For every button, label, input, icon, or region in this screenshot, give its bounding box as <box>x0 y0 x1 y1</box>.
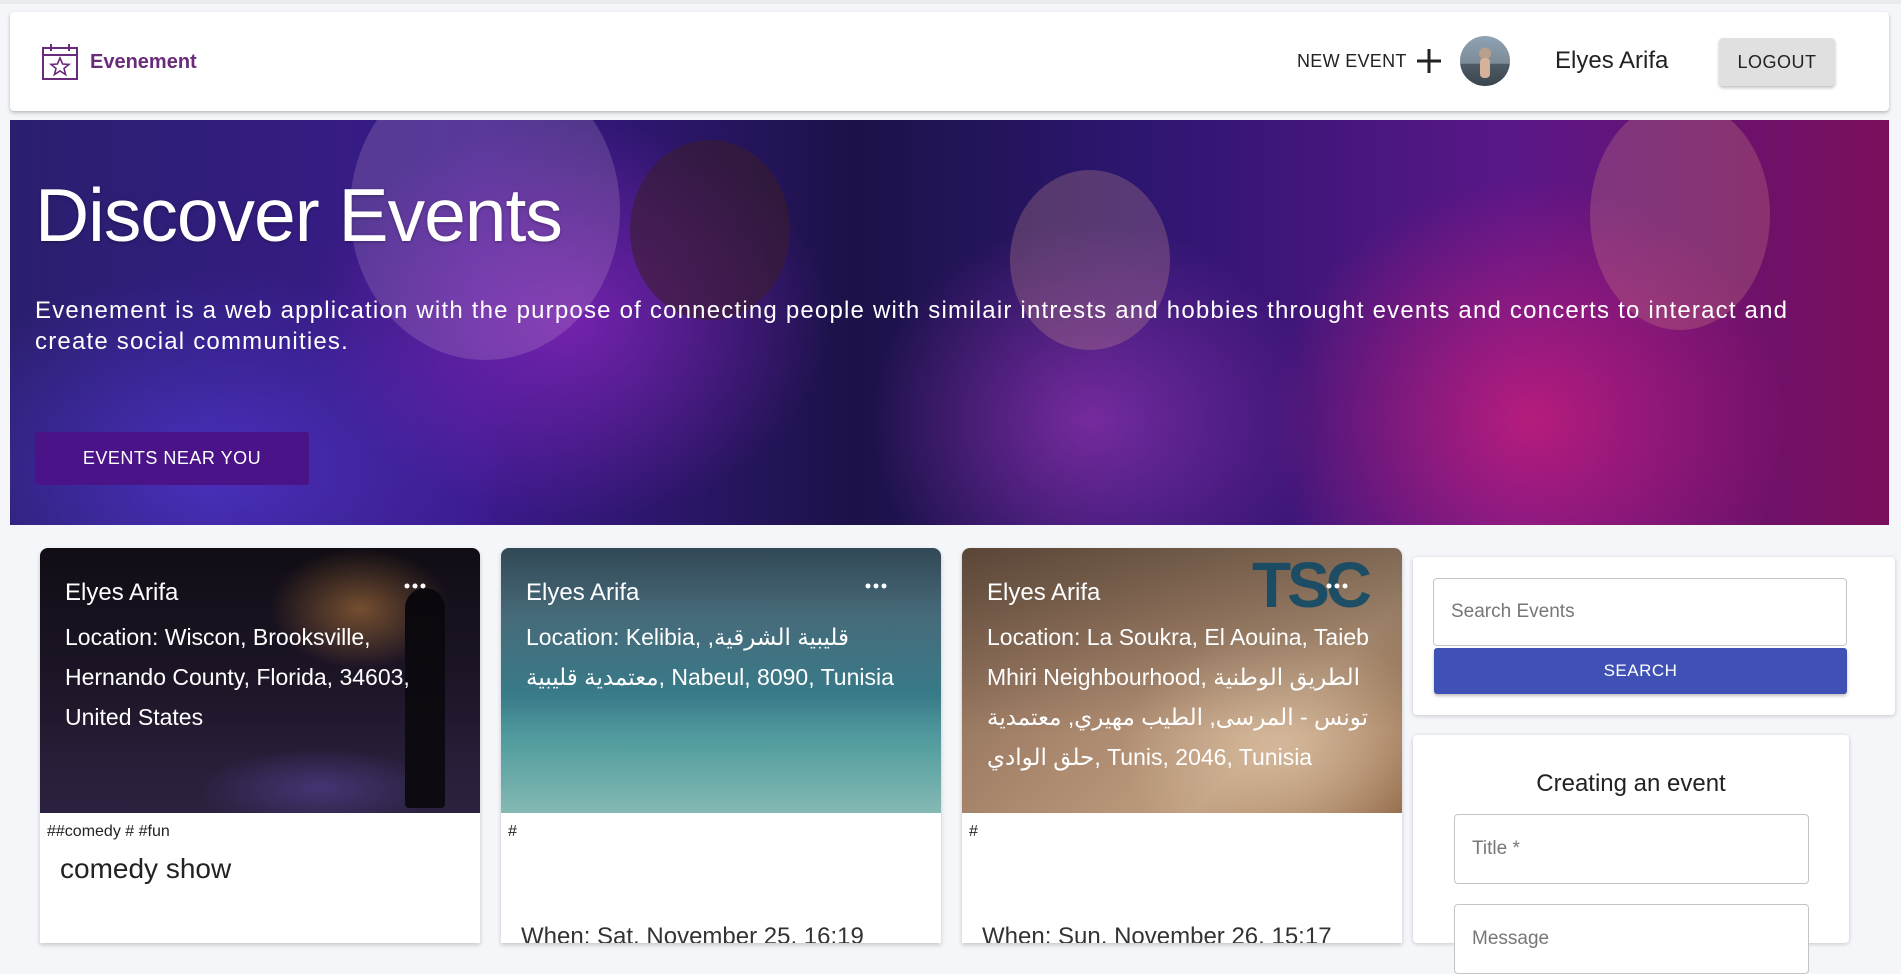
brand-name: Evenement <box>90 50 197 73</box>
logout-button[interactable]: LOGOUT <box>1719 38 1835 86</box>
create-event-title: Creating an event <box>1536 770 1726 797</box>
user-name: Elyes Arifa <box>1555 47 1669 74</box>
more-options-icon[interactable] <box>1322 576 1352 596</box>
card-author: Elyes Arifa <box>987 579 1101 606</box>
card-when: When: Sat, November 25, 16:19 <box>521 923 864 943</box>
hero-title: Discover Events <box>35 173 563 257</box>
card-title: comedy show <box>60 853 232 884</box>
card-tags: # <box>508 823 517 840</box>
event-card[interactable]: Elyes Arifa Location: Wiscon, Brooksvill… <box>40 548 480 943</box>
card-location: Location: Kelibia, قليبية الشرقية, معتمد… <box>526 624 894 690</box>
search-button[interactable]: SEARCH <box>1434 648 1847 694</box>
search-input[interactable] <box>1433 578 1847 646</box>
card-tags: # <box>969 823 978 840</box>
more-options-icon[interactable] <box>400 576 430 596</box>
message-field[interactable] <box>1454 904 1809 974</box>
create-event-panel: Creating an event <box>1413 735 1849 974</box>
title-field[interactable] <box>1454 814 1809 884</box>
calendar-star-icon <box>42 44 78 80</box>
event-card[interactable]: TSC Elyes Arifa Location: La Soukra, El … <box>962 548 1402 943</box>
new-event-label: NEW EVENT <box>1297 50 1407 71</box>
plus-icon <box>1416 49 1441 73</box>
new-event-button[interactable]: NEW EVENT <box>1297 47 1443 75</box>
event-card[interactable]: Elyes Arifa Location: Kelibia, قليبية ال… <box>501 548 941 943</box>
events-near-you-button[interactable]: EVENTS NEAR YOU <box>35 432 309 485</box>
search-panel: SEARCH <box>1413 557 1895 715</box>
card-location: Location: Wiscon, Brooksville, Hernando … <box>65 624 410 730</box>
navbar: Evenement NEW EVENT Elyes Arifa LOGOUT <box>10 12 1889 111</box>
top-edge <box>0 0 1901 4</box>
card-author: Elyes Arifa <box>65 579 179 606</box>
hero-description: Evenement is a web application with the … <box>35 297 1789 355</box>
card-author: Elyes Arifa <box>526 579 640 606</box>
hero-photo-highlight <box>630 140 790 320</box>
hero-banner: Discover Events Evenement is a web appli… <box>10 120 1889 525</box>
card-location: Location: La Soukra, El Aouina, Taieb Mh… <box>987 624 1369 770</box>
card-when: When: Sun, November 26, 15:17 <box>982 923 1332 943</box>
card-tags: ##comedy # #fun <box>47 823 170 840</box>
more-options-icon[interactable] <box>861 576 891 596</box>
avatar[interactable] <box>1460 36 1510 86</box>
brand[interactable]: Evenement <box>40 42 197 82</box>
